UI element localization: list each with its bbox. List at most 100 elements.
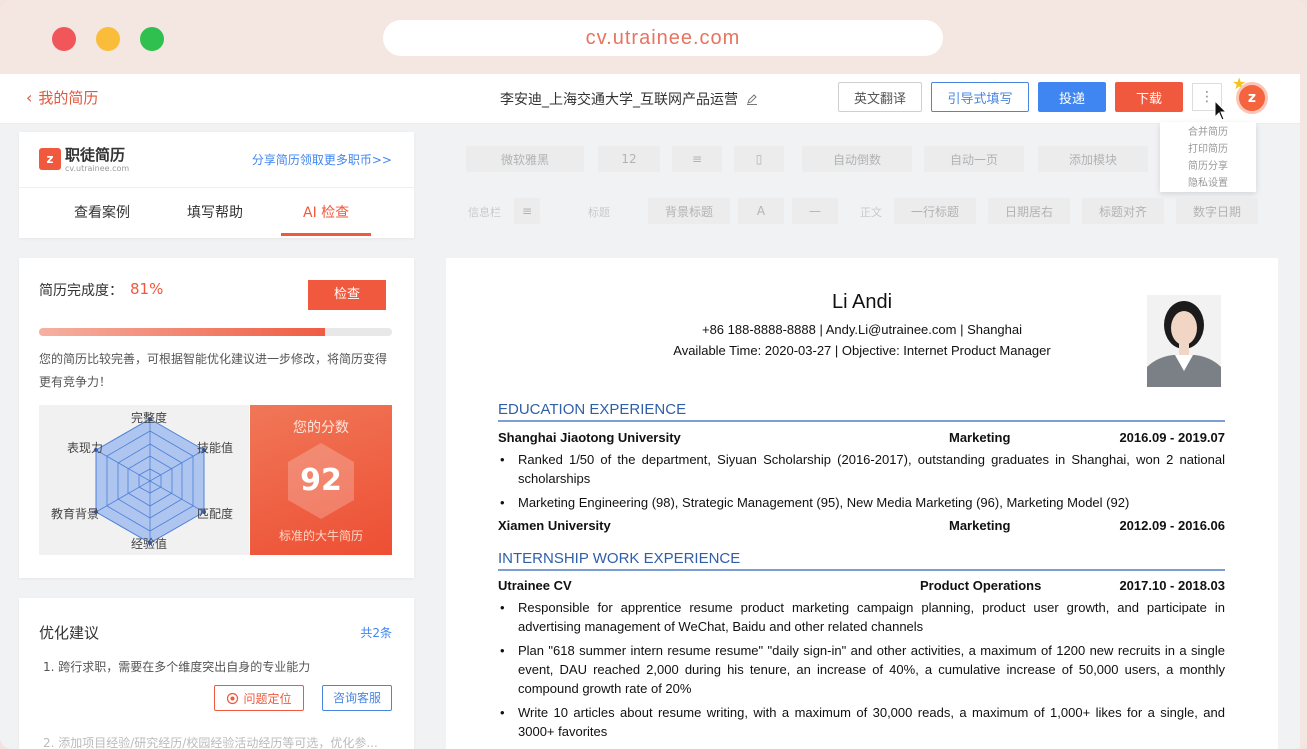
background-title-button[interactable]: 背景标题 <box>648 198 730 224</box>
font-size-select[interactable]: 12 <box>598 146 660 172</box>
radar-label-skills: 技能值 <box>197 441 234 455</box>
font-select[interactable]: 微软雅黑 <box>466 146 584 172</box>
brand-logo-icon: z <box>39 148 61 170</box>
add-module-button[interactable]: 添加模块 <box>1038 146 1148 172</box>
address-bar[interactable]: cv.utrainee.com <box>383 20 943 56</box>
document-title-text: 李安迪_上海交通大学_互联网产品运营 <box>500 92 738 108</box>
completion-progress-bar <box>39 328 392 336</box>
title-align-button[interactable]: 标题对齐 <box>1082 198 1164 224</box>
align-left-icon: ≡ <box>521 204 533 218</box>
ai-check-card: 简历完成度： 81% 检查 您的简历比较完善，可根据智能优化建议进一步修改，将简… <box>19 258 414 578</box>
minimize-window-dot[interactable] <box>96 27 120 51</box>
back-link[interactable]: ‹ 我的简历 <box>26 87 98 108</box>
line-spacing-select[interactable]: ≡ <box>672 146 722 172</box>
resume-bullet[interactable]: Write 10 articles about resume writing, … <box>500 703 1225 741</box>
body-label: 正文 <box>860 206 882 219</box>
education-row[interactable]: Shanghai Jiaotong University Marketing 2… <box>498 430 1225 448</box>
dates: 2016.09 - 2019.07 <box>1119 430 1225 445</box>
line-spacing-icon: ≡ <box>691 152 703 166</box>
maximize-window-dot[interactable] <box>140 27 164 51</box>
pencil-icon[interactable] <box>746 93 758 105</box>
top-bar: ‹ 我的简历 李安迪_上海交通大学_互联网产品运营 英文翻译 引导式填写 投递 … <box>0 74 1300 124</box>
radar-label-experience: 经验值 <box>131 537 168 551</box>
auto-spacing-button[interactable]: 自动倒数 <box>802 146 912 172</box>
one-line-title-button[interactable]: 一行标题 <box>894 198 976 224</box>
suggestions-card: 优化建议 共2条 1. 跨行求职，需要在多个维度突出自身的专业能力 问题定位 咨… <box>19 598 414 749</box>
check-button[interactable]: 检查 <box>308 280 386 310</box>
translate-button[interactable]: 英文翻译 <box>838 82 922 112</box>
line-style-button[interactable]: — <box>792 198 838 224</box>
digit-date-button[interactable]: 数字日期 <box>1176 198 1258 224</box>
locate-problem-button[interactable]: 问题定位 <box>214 685 304 711</box>
score-title: 您的分数 <box>293 420 349 436</box>
target-icon <box>227 692 239 704</box>
resume-bullet[interactable]: Responsible for apprentice resume produc… <box>500 598 1225 636</box>
radar-label-expression: 表现力 <box>67 441 104 455</box>
dates: 2012.09 - 2016.06 <box>1119 518 1225 533</box>
download-button[interactable]: 下载 <box>1115 82 1183 112</box>
completion-label: 简历完成度： <box>39 283 123 299</box>
score-value: 92 <box>300 463 342 498</box>
date-right-button[interactable]: 日期居右 <box>988 198 1070 224</box>
mouse-cursor-icon <box>1214 100 1228 121</box>
consult-service-button[interactable]: 咨询客服 <box>322 685 392 711</box>
completion-description: 您的简历比较完善，可根据智能优化建议进一步修改，将简历变得更有竞争力！ <box>39 352 388 389</box>
page-icon: ▯ <box>755 152 763 166</box>
job-role: Product Operations <box>920 578 1042 593</box>
chevron-left-icon: ‹ <box>26 88 33 107</box>
locate-problem-label: 问题定位 <box>243 691 292 706</box>
text-color-button[interactable]: A <box>738 198 784 224</box>
score-panel: 您的分数 92 标准的大牛简历 <box>250 405 392 555</box>
major: Marketing <box>949 430 1011 445</box>
internship-row[interactable]: Utrainee CV Product Operations 2017.10 -… <box>498 578 1225 596</box>
auto-page-button[interactable]: 自动一页 <box>924 146 1024 172</box>
person-photo-icon <box>1147 295 1221 387</box>
suggestion-item: 2. 添加项目经验/研究经历/校园经验活动经历等可选，优化参... <box>43 736 378 749</box>
completion-percent: 81% <box>130 280 164 298</box>
back-label: 我的简历 <box>38 89 99 107</box>
line-style-icon: — <box>809 204 821 218</box>
deliver-button[interactable]: 投递 <box>1038 82 1106 112</box>
resume-bullet[interactable]: Plan "618 summer intern resume resume" "… <box>500 641 1225 698</box>
company-name: Utrainee CV <box>498 578 572 593</box>
suggestion-item: 1. 跨行求职，需要在多个维度突出自身的专业能力 <box>43 660 311 674</box>
school-name: Shanghai Jiaotong University <box>498 430 681 445</box>
text-color-icon: A <box>756 204 766 218</box>
info-bar-label: 信息栏 <box>468 206 501 219</box>
sidebar-tabs: 查看案例 填写帮助 AI 检查 <box>19 188 414 236</box>
resume-bullet[interactable]: Ranked 1/50 of the department, Siyuan Sc… <box>500 450 1225 488</box>
close-window-dot[interactable] <box>52 27 76 51</box>
major: Marketing <box>949 518 1011 533</box>
document-title[interactable]: 李安迪_上海交通大学_互联网产品运营 <box>500 89 758 109</box>
radar-label-completeness: 完整度 <box>131 411 168 425</box>
education-heading[interactable]: EDUCATION EXPERIENCE <box>498 401 1225 422</box>
resume-bullet[interactable]: Marketing Engineering (98), Strategic Ma… <box>500 493 1225 512</box>
tab-help[interactable]: 填写帮助 <box>187 202 243 222</box>
score-verdict: 标准的大牛简历 <box>278 529 363 543</box>
radar-hexagon <box>94 417 206 545</box>
radar-label-education: 教育背景 <box>51 507 100 521</box>
browser-window: cv.utrainee.com ‹ 我的简历 李安迪_上海交通大学_互联网产品运… <box>0 0 1307 749</box>
guided-fill-button[interactable]: 引导式填写 <box>931 82 1029 112</box>
internship-heading[interactable]: INTERNSHIP WORK EXPERIENCE <box>498 550 1225 571</box>
education-row[interactable]: Xiamen University Marketing 2012.09 - 20… <box>498 518 1225 536</box>
radar-label-match: 匹配度 <box>197 507 234 521</box>
completion-progress-fill <box>39 328 325 336</box>
brand-name: 职徒简历 <box>65 146 126 164</box>
format-toolbar: 微软雅黑 12 ≡ ▯ 自动倒数 自动一页 添加模块 信息栏 ≡ 标题 背景标题… <box>446 132 1276 232</box>
resume-page[interactable]: Li Andi +86 188-8888-8888 | Andy.Li@utra… <box>446 258 1278 749</box>
tab-ai-check[interactable]: AI 检查 <box>303 202 349 222</box>
radar-chart: 完整度 技能值 匹配度 经验值 教育背景 表现力 <box>39 405 249 555</box>
brand-card: z 职徒简历 cv.utrainee.com 分享简历领取更多职币>> 查看案例… <box>19 132 414 238</box>
suggestions-title: 优化建议 <box>39 624 100 642</box>
active-tab-indicator <box>281 233 371 236</box>
align-left-button[interactable]: ≡ <box>514 198 540 224</box>
page-size-select[interactable]: ▯ <box>734 146 784 172</box>
profile-photo[interactable] <box>1147 295 1221 387</box>
brand-subtitle: cv.utrainee.com <box>65 164 130 173</box>
title-label: 标题 <box>588 206 610 219</box>
suggestions-count: 共2条 <box>360 626 392 640</box>
tab-examples[interactable]: 查看案例 <box>74 202 130 222</box>
user-avatar[interactable]: z <box>1236 82 1268 114</box>
share-link[interactable]: 分享简历领取更多职币>> <box>252 151 392 168</box>
